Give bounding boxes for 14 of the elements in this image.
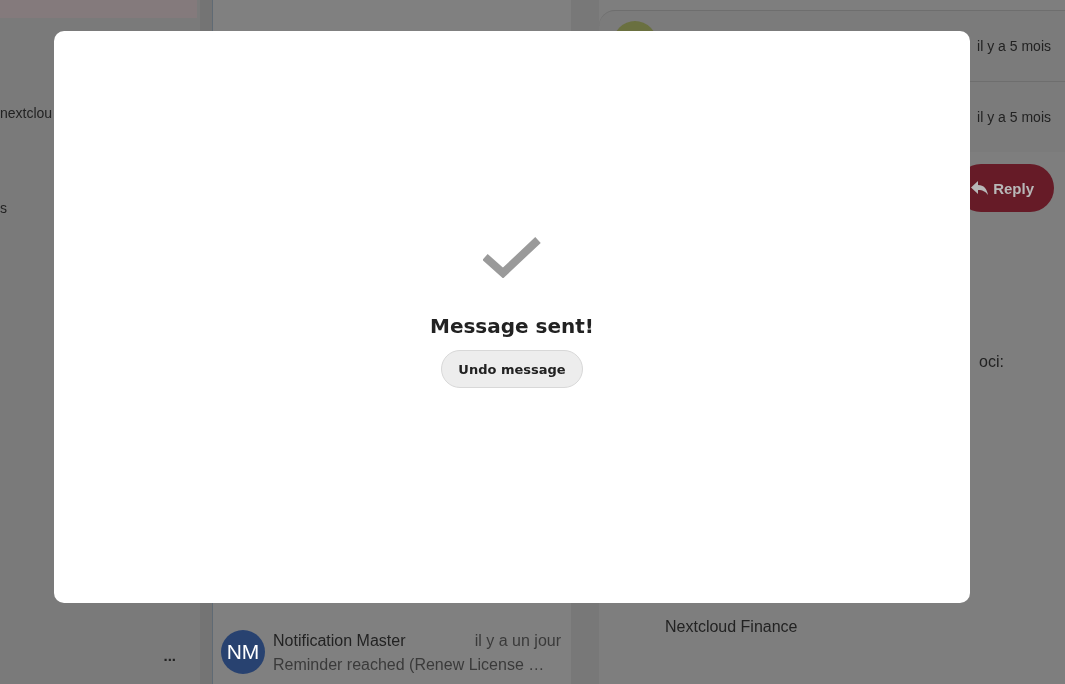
message-preview: Reminder reached (Renew License … <box>273 656 546 674</box>
message-text: oci: <box>979 353 1005 371</box>
avatar: NM <box>221 630 265 674</box>
checkmark-icon <box>483 236 541 278</box>
message-time: il y a 5 mois <box>977 109 1051 125</box>
reply-icon <box>971 180 990 196</box>
message-time: il y a 5 mois <box>977 38 1051 54</box>
message-time: il y a un jour <box>474 632 561 650</box>
sender-name: Notification Master <box>273 632 406 650</box>
message-text: Nextcloud Finance <box>665 618 799 636</box>
dialog-title: Message sent! <box>430 314 594 338</box>
more-button[interactable]: ... <box>159 647 180 664</box>
undo-button[interactable]: Undo message <box>441 350 583 388</box>
message-item[interactable]: NM Notification Master il y a un jour Reminder reached (Renew License … <box>213 622 571 684</box>
